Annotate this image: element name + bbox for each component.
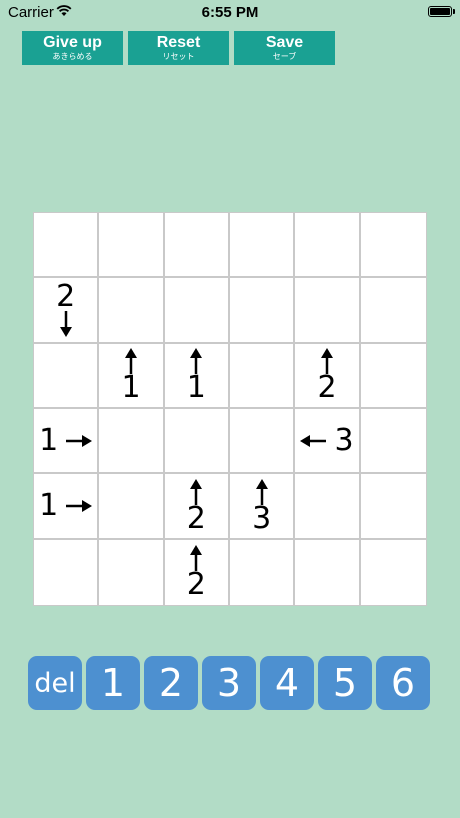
grid-cell[interactable]: [34, 213, 100, 279]
key-label: 2: [158, 661, 184, 705]
grid-cell[interactable]: [360, 409, 426, 475]
arrow-clue: 2: [56, 278, 76, 337]
arrow-clue: 1: [186, 348, 206, 406]
number-key-6[interactable]: 6: [376, 656, 430, 710]
key-label: 1: [100, 661, 126, 705]
reset-label: Reset: [156, 34, 201, 51]
puzzle-board: 2 1 1 2 1 3 1 2 3 2: [33, 212, 427, 606]
battery-icon: [428, 6, 452, 17]
clue-number: 1: [39, 422, 59, 458]
grid-cell[interactable]: [361, 540, 426, 605]
key-label: 3: [216, 661, 242, 705]
give-up-label: Give up: [43, 34, 102, 51]
grid-cell[interactable]: [295, 278, 361, 344]
number-pad: del 1 2 3 4 5 6: [28, 656, 430, 710]
grid-cell[interactable]: [230, 343, 296, 409]
arrow-clue: 2: [186, 478, 206, 536]
grid-cell[interactable]: 2: [165, 539, 230, 605]
grid-cell[interactable]: [295, 213, 361, 279]
grid-cell[interactable]: [99, 539, 165, 605]
arrow-right-icon: [66, 434, 93, 447]
clock: 6:55 PM: [201, 4, 259, 21]
key-label: 4: [274, 661, 300, 705]
arrow-clue: 3: [300, 422, 354, 458]
grid-cell[interactable]: [164, 213, 230, 279]
clue-number: 1: [186, 370, 206, 406]
grid-cell[interactable]: [34, 539, 100, 605]
arrow-clue: 2: [186, 545, 206, 603]
arrow-clue: 3: [252, 478, 272, 536]
grid-cell[interactable]: [230, 213, 296, 279]
grid-cell[interactable]: 1: [164, 343, 230, 409]
grid-cell[interactable]: 2: [164, 474, 230, 540]
give-up-button[interactable]: Give up あきらめる: [22, 31, 123, 65]
number-key-1[interactable]: 1: [86, 656, 140, 710]
number-key-3[interactable]: 3: [202, 656, 256, 710]
clue-number: 1: [121, 370, 141, 406]
grid-cell[interactable]: [360, 474, 426, 540]
save-sublabel: セーブ: [272, 52, 297, 61]
grid-cell[interactable]: [360, 213, 426, 279]
reset-button[interactable]: Reset リセット: [128, 31, 229, 65]
grid-cell[interactable]: 1: [99, 343, 165, 409]
grid-cell[interactable]: [230, 539, 296, 605]
grid-cell[interactable]: 1: [34, 409, 100, 475]
grid-cell[interactable]: [295, 474, 361, 540]
grid-cell[interactable]: [230, 409, 296, 475]
delete-key[interactable]: del: [28, 656, 82, 710]
grid-cell[interactable]: [164, 409, 230, 475]
arrow-down-icon: [59, 310, 72, 337]
arrow-clue: 1: [39, 487, 93, 523]
clue-number: 3: [252, 500, 272, 536]
grid-cell[interactable]: 2: [295, 343, 361, 409]
give-up-sublabel: あきらめる: [52, 52, 93, 61]
grid-cell[interactable]: 3: [230, 474, 296, 540]
number-key-2[interactable]: 2: [144, 656, 198, 710]
grid-cell[interactable]: [34, 343, 100, 409]
battery-tip: [453, 9, 455, 14]
grid-cell[interactable]: [230, 278, 296, 344]
toolbar: Give up あきらめる Reset リセット Save セーブ: [22, 31, 335, 65]
key-label: 5: [332, 661, 358, 705]
grid-cell[interactable]: [99, 409, 165, 475]
key-label: 6: [390, 661, 416, 705]
grid-cell[interactable]: [99, 213, 165, 279]
number-key-4[interactable]: 4: [260, 656, 314, 710]
grid-cell[interactable]: [360, 344, 426, 409]
grid-cell[interactable]: [295, 539, 361, 605]
number-key-5[interactable]: 5: [318, 656, 372, 710]
grid-cell[interactable]: 1: [34, 474, 100, 540]
grid-cell[interactable]: 3: [295, 409, 361, 475]
clue-number: 3: [334, 422, 354, 458]
arrow-clue: 1: [39, 422, 93, 458]
grid-cell[interactable]: [164, 278, 230, 344]
arrow-clue: 2: [317, 348, 337, 406]
key-label: del: [34, 667, 76, 699]
clue-number: 2: [186, 500, 206, 536]
grid-cell[interactable]: [99, 278, 165, 344]
grid-cell[interactable]: [99, 474, 165, 540]
reset-sublabel: リセット: [162, 52, 195, 61]
arrow-right-icon: [66, 499, 93, 512]
arrow-left-icon: [300, 434, 327, 447]
clue-number: 2: [186, 567, 206, 603]
arrow-clue: 1: [121, 348, 141, 406]
clue-number: 2: [317, 370, 337, 406]
grid-cell[interactable]: [360, 278, 426, 344]
status-bar: Carrier 6:55 PM: [0, 0, 460, 26]
grid-cell[interactable]: 2: [34, 278, 100, 344]
save-button[interactable]: Save セーブ: [234, 31, 335, 65]
clue-number: 1: [39, 487, 59, 523]
clue-number: 2: [56, 278, 76, 314]
save-label: Save: [265, 34, 304, 51]
